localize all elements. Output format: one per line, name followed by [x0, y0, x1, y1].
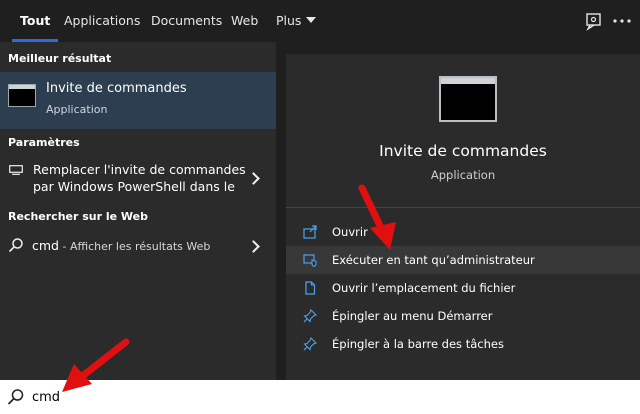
- results-pane: Meilleur résultat Invite de commandes Ap…: [0, 42, 276, 380]
- best-match-header: Meilleur résultat: [8, 52, 112, 65]
- more-options-icon[interactable]: [611, 10, 633, 32]
- search-box[interactable]: [0, 380, 640, 414]
- settings-header: Paramètres: [8, 136, 80, 149]
- action-pin-to-start-label: Épingler au menu Démarrer: [332, 309, 493, 323]
- web-search-item[interactable]: cmd - Afficher les résultats Web: [0, 232, 276, 260]
- tab-web[interactable]: Web: [231, 0, 258, 42]
- divider: [286, 207, 640, 208]
- file-icon: [305, 281, 316, 295]
- search-icon: [7, 389, 24, 405]
- settings-item-line1: Remplacer l'invite de commandes: [33, 162, 246, 177]
- preview-pane: Invite de commandes Application Ouvrir E…: [286, 54, 640, 380]
- best-match-title: Invite de commandes: [46, 81, 187, 96]
- action-pin-to-start[interactable]: Épingler au menu Démarrer: [286, 302, 640, 330]
- web-search-header: Rechercher sur le Web: [8, 210, 149, 223]
- web-search-query: cmd: [32, 238, 59, 253]
- monitor-icon: [9, 165, 23, 175]
- action-open-file-location[interactable]: Ouvrir l’emplacement du fichier: [286, 274, 640, 302]
- chevron-down-icon: [306, 17, 317, 23]
- best-match-item[interactable]: Invite de commandes Application: [0, 72, 276, 129]
- action-open-file-location-label: Ouvrir l’emplacement du fichier: [332, 281, 516, 295]
- tab-tout[interactable]: Tout: [11, 0, 59, 42]
- open-icon: [303, 225, 317, 239]
- feedback-icon[interactable]: [583, 10, 605, 32]
- best-match-subtitle: Application: [46, 103, 108, 116]
- search-tabs-bar: Tout Applications Documents Web Plus: [0, 0, 640, 42]
- action-open-label: Ouvrir: [332, 225, 368, 239]
- tab-documents[interactable]: Documents: [151, 0, 222, 42]
- tab-applications[interactable]: Applications: [64, 0, 140, 42]
- pin-icon: [303, 337, 317, 351]
- action-run-as-admin[interactable]: Exécuter en tant qu’administrateur: [286, 246, 640, 274]
- settings-item-line2: par Windows PowerShell dans le: [33, 179, 235, 194]
- action-pin-to-taskbar[interactable]: Épingler à la barre des tâches: [286, 330, 640, 358]
- chevron-right-icon: [247, 240, 260, 253]
- action-pin-to-taskbar-label: Épingler à la barre des tâches: [332, 337, 504, 351]
- pin-icon: [303, 309, 317, 323]
- search-input[interactable]: [32, 386, 592, 408]
- tab-plus[interactable]: Plus: [276, 0, 317, 42]
- preview-app-type: Application: [430, 168, 496, 182]
- chevron-right-icon: [247, 172, 260, 185]
- command-prompt-large-icon: [439, 76, 497, 122]
- shield-icon: [303, 254, 317, 267]
- action-run-as-admin-label: Exécuter en tant qu’administrateur: [332, 253, 535, 267]
- command-prompt-icon: [8, 84, 36, 107]
- action-open[interactable]: Ouvrir: [286, 218, 640, 246]
- preview-app-name: Invite de commandes: [379, 142, 547, 160]
- tab-plus-label: Plus: [276, 13, 302, 28]
- settings-item-powershell[interactable]: Remplacer l'invite de commandes par Wind…: [0, 156, 276, 198]
- search-icon: [8, 238, 23, 253]
- web-search-suffix: - Afficher les résultats Web: [58, 240, 211, 253]
